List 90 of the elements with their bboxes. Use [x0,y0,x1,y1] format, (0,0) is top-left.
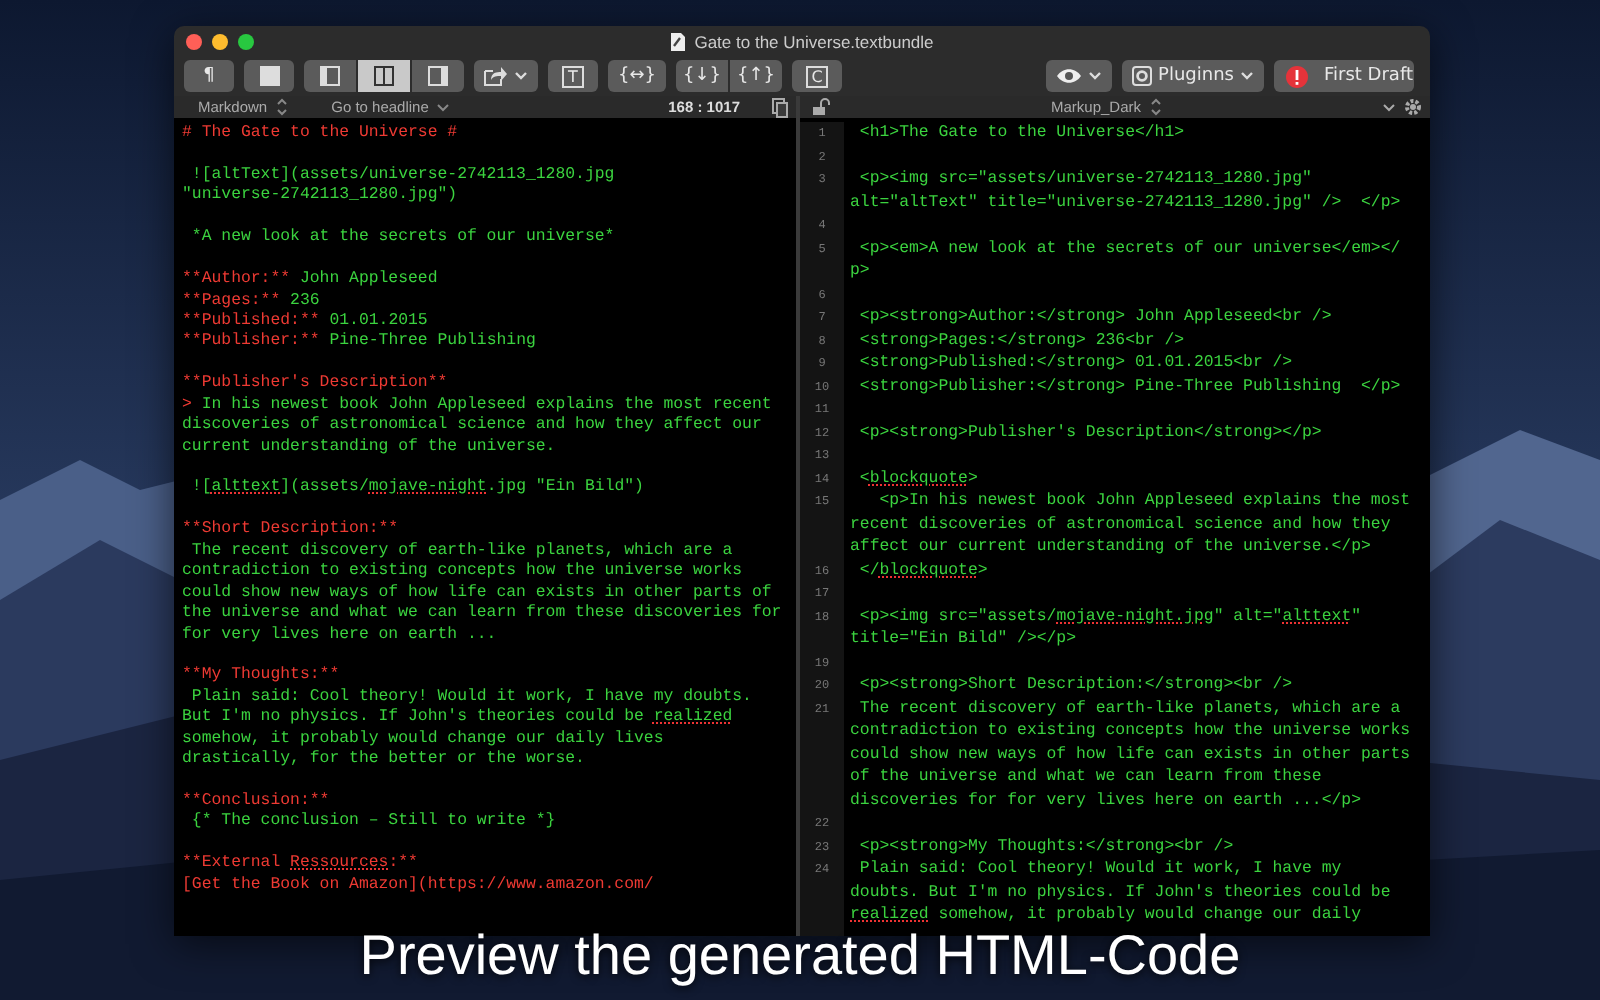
code-line: <strong>Pages:</strong> 236<br /> [857,329,1185,352]
code-line: <strong>Published:</strong> 01.01.2015<br /> [857,352,1293,375]
code-line: somehow, it probably would change our daily lives [182,729,664,750]
code-line: title="Ein Bild" /></p> [850,628,1077,651]
code-line: But I'm no physics. If John's theories could be realized [182,708,733,730]
code-line: <blockquote> [857,467,978,490]
code-line: <p>In his newest book John Appleseed explains the most [877,490,1411,513]
code-line: [Get the Book on Amazon](https://www.amazon.com/ [182,875,654,897]
toolbar-button[interactable]: T [548,60,598,92]
code-line: for very lives here on earth ... [182,625,497,646]
code-line: could show new ways of how life can exists in other parts of [182,583,772,604]
code-line: **Short Description:** [182,520,399,542]
code-line: alt="altText" title="universe-2742113_1280.jpg" /> </p> [850,191,1401,214]
code-line: drastically, for the better or the worse. [182,750,585,772]
code-line: could show new ways of how life can exists in other parts [850,743,1411,766]
code-line: discoveries for for very lives here on earth ...</p> [850,789,1361,812]
caret-icon [436,101,451,113]
layout-button[interactable] [358,60,410,92]
code-line: current understanding of the universe. [182,437,556,458]
code-line: the universe and what we can learn from these discoveries for [182,604,782,625]
toolbar-button[interactable]: {↓} [676,60,728,92]
caret-icon [514,70,528,82]
caret-icon [1088,70,1103,82]
stepper-icon [275,98,288,116]
square-icon [259,66,279,86]
code-line: of the universe and what we can learn from these [850,766,1322,789]
toolbar-button[interactable]: C [792,60,842,92]
code-line: affect our current understanding of the universe.</p> [850,536,1371,559]
code-line: doubts. But I'm no physics. If John's theories could be [850,881,1391,904]
pane-icon [374,66,394,86]
code-line: <h1>The Gate to the Universe</h1> [857,122,1185,145]
toolbar-button[interactable]: {↔} [608,60,666,92]
code-line: **External Ressources:** [182,854,418,876]
code-line: <p><strong>My Thoughts:</strong><br /> [857,835,1234,858]
code-line: contradiction to existing concepts how the universe works [182,562,743,584]
lock-icon [812,98,830,116]
stepper-icon [1149,98,1162,116]
preview-button[interactable] [1046,60,1113,92]
layout-button[interactable] [304,60,356,92]
toolbar-button[interactable]: ¶ [184,60,234,92]
code-line: **Author:** John Appleseed [182,270,438,291]
gear-icon [1132,66,1153,86]
pane-icon [320,66,340,86]
code-line: ![alttext](assets/mojave-night.jpg "Ein Bild") [189,478,644,500]
window-title: Gate to the Universe.textbundle [694,31,934,51]
code-line: recent discoveries of astronomical science and how they [850,513,1391,536]
layout-button[interactable] [412,60,464,92]
status-button[interactable]: First Draft [1274,60,1414,92]
alert-icon [1286,65,1308,87]
code-line: Plain said: Cool theory! Would it work, I have my doubts. [189,687,752,708]
gear-icon [1404,98,1423,116]
caret-icon [1240,70,1254,82]
share-button[interactable] [474,60,538,92]
share-icon [484,66,508,86]
code-line: <p><strong>Publisher's Description</strong></p> [857,421,1322,444]
copy-icon [772,97,788,117]
code-line: discoveries of astronomical science and how they affect our [182,416,762,438]
code-line: <p><img src="assets/universe-2742113_1280.jpg" [857,168,1312,191]
code-line: > In his newest book John Appleseed explains the most recent [182,395,772,416]
code-line: **Publisher's Description** [182,374,448,396]
code-line: **My Thoughts:** [182,666,340,688]
eye-icon [1056,68,1083,84]
code-line: # The Gate to the Universe # [182,124,458,145]
code-line: **Conclusion:** [182,792,330,812]
code-line: Plain said: Cool theory! Would it work, I have my [857,858,1342,881]
pane-icon [428,66,448,86]
code-line: <p><strong>Author:</strong> John Appleseed<br /> [857,306,1332,329]
code-line: **Publisher:** Pine-Three Publishing [182,332,536,354]
caption-text: Preview the generated HTML-Code [357,924,1243,988]
code-line: <p><strong>Short Description:</strong><br /> [857,674,1293,697]
single-pane-button[interactable] [244,60,294,92]
code-line: <p><img src="assets/mojave-night.jpg" alt="alttext" [857,605,1362,628]
code-line: {* The conclusion – Still to write *} [189,812,556,834]
code-line: <strong>Publisher:</strong> Pine-Three Publishing </p> [857,375,1401,398]
code-line: realized somehow, it probably would change our daily [850,904,1361,927]
code-line: contradiction to existing concepts how the universe works [850,720,1411,743]
plugins-button[interactable]: Pluginns [1122,60,1264,92]
code-line: The recent discovery of earth-like planets, which are a [857,697,1401,720]
code-line: <p><em>A new look at the secrets of our universe</em></ [857,237,1401,260]
code-line: *A new look at the secrets of our universe* [189,228,615,250]
code-line: **Published:** 01.01.2015 [182,311,428,332]
code-line: p> [850,260,870,283]
document-icon [670,31,687,51]
code-line: </blockquote> [857,559,988,582]
code-line: ![altText](assets/universe-2742113_1280.jpg [189,165,615,186]
code-line: The recent discovery of earth-like planets, which are a [189,541,733,562]
toolbar-button[interactable]: {↑} [730,60,782,92]
caret-icon [1382,101,1397,113]
code-line: **Pages:** 236 [182,291,320,312]
code-line: "universe-2742113_1280.jpg") [182,186,458,208]
